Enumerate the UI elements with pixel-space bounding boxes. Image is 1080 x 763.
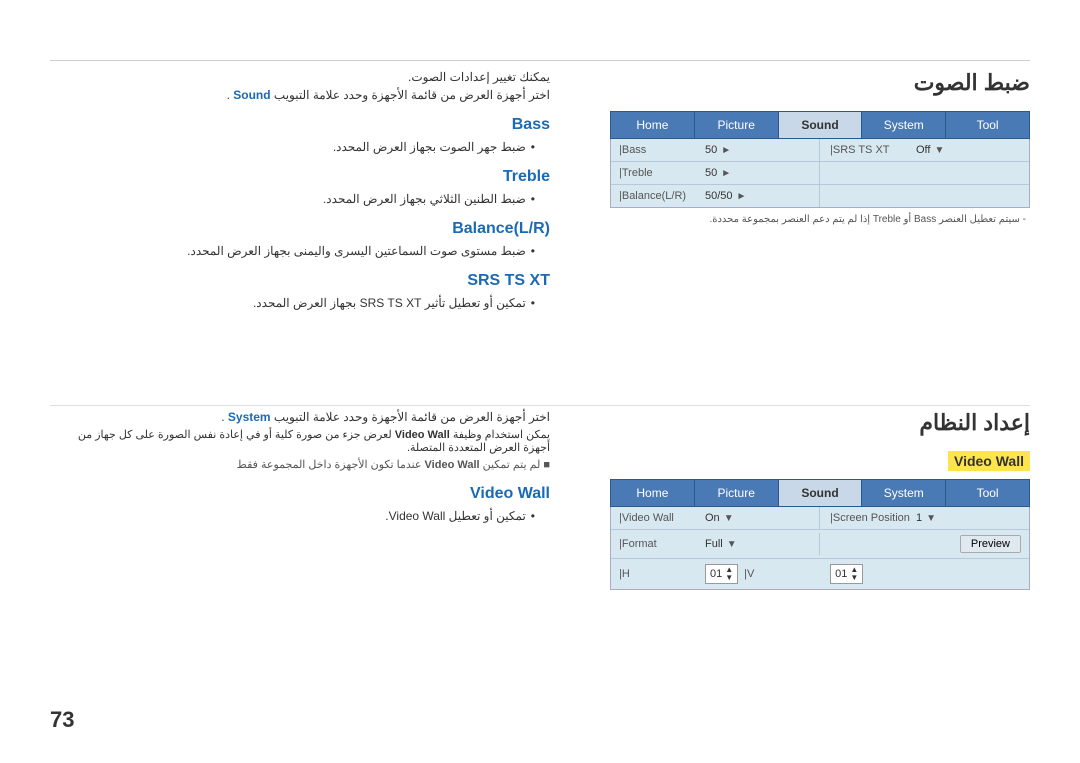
system-note: ■ لم يتم تمكين Video Wall عندما تكون الأ… (50, 458, 550, 471)
tab-sound-sound[interactable]: Sound (779, 112, 863, 138)
system-content-table: |Video Wall On ▼ |Screen Position 1 ▼ |F… (610, 507, 1030, 590)
balance-heading: Balance(L/R) (50, 220, 550, 238)
system-desc1: يمكن استخدام وظيفة Video Wall لعرض جزء م… (50, 428, 550, 454)
treble-value: 50 (705, 167, 717, 179)
h-spinner[interactable]: ▲▼ (725, 566, 733, 582)
videowall-label: |Video Wall (619, 512, 699, 524)
treble-right-cell (820, 168, 1029, 178)
videowall-on-cell: |Video Wall On ▼ (611, 507, 820, 529)
v-value: 01 (835, 568, 847, 580)
treble-arrow[interactable]: ► (721, 168, 731, 179)
tab-sound-system[interactable]: Sound (779, 480, 863, 506)
bass-arrow[interactable]: ► (721, 145, 731, 156)
sound-intro-text1: يمكنك تغيير إعدادات الصوت. (408, 70, 550, 84)
treble-heading: Treble (50, 168, 550, 186)
screenpos-cell: |Screen Position 1 ▼ (820, 507, 1029, 529)
system-link: System (228, 410, 271, 424)
bass-value: 50 (705, 144, 717, 156)
srs-dropdown-arrow[interactable]: ▼ (934, 145, 944, 156)
preview-cell: Preview (820, 530, 1029, 558)
sound-intro: يمكنك تغيير إعدادات الصوت. (50, 70, 550, 84)
srs-cell: |SRS TS XT Off ▼ (820, 139, 1029, 161)
sound-content-table: |Bass 50 ► |SRS TS XT Off ▼ |Treble 50 ►… (610, 139, 1030, 208)
page-number: 73 (50, 707, 74, 733)
srs-label: |SRS TS XT (830, 144, 910, 156)
h-value: 01 (710, 568, 722, 580)
system-intro-text1: اختر أجهزة العرض من قائمة الأجهزة وحدد ع… (271, 410, 550, 424)
bass-cell: |Bass 50 ► (611, 139, 820, 161)
balance-label: |Balance(L/R) (619, 190, 699, 202)
v-spinner[interactable]: ▲▼ (850, 566, 858, 582)
sound-menu-bar: Home Picture Sound System Tool (610, 111, 1030, 139)
videowall-on-value: On (705, 512, 720, 524)
top-divider (50, 60, 1030, 61)
sound-intro-period: . (227, 88, 230, 102)
system-description: اختر أجهزة العرض من قائمة الأجهزة وحدد ع… (50, 410, 550, 523)
system-title-ar: إعداد النظام (610, 410, 1030, 436)
videowall-bold2: Video Wall (425, 459, 480, 471)
screenpos-label: |Screen Position (830, 512, 910, 524)
v-label: |V (744, 568, 824, 580)
tab-home-sound[interactable]: Home (611, 112, 695, 138)
sound-description: يمكنك تغيير إعدادات الصوت. اختر أجهزة ال… (50, 70, 550, 310)
tab-home-system[interactable]: Home (611, 480, 695, 506)
system-note-dash: ■ (540, 459, 550, 471)
system-menu-bar: Home Picture Sound System Tool (610, 479, 1030, 507)
srs-heading: SRS TS XT (50, 272, 550, 290)
screenpos-value: 1 (916, 512, 922, 524)
videowall-on-arrow[interactable]: ▼ (724, 513, 734, 524)
sound-intro-text2: اختر أجهزة العرض من قائمة الأجهزة وحدد ع… (271, 88, 550, 102)
system-section: إعداد النظام Video Wall Home Picture Sou… (610, 410, 1030, 590)
format-value: Full (705, 538, 723, 550)
tab-tool-sound[interactable]: Tool (946, 112, 1029, 138)
sound-note: - سيتم تعطيل العنصر Bass أو Treble إذا ل… (610, 214, 1030, 225)
sound-intro-link: Sound (233, 88, 270, 102)
tab-picture-system[interactable]: Picture (695, 480, 779, 506)
treble-label: |Treble (619, 167, 699, 179)
sound-row-treble: |Treble 50 ► (611, 162, 1029, 185)
videowall-bold1: Video Wall (395, 429, 450, 441)
balance-right-cell (820, 191, 1029, 201)
sound-row-bass: |Bass 50 ► |SRS TS XT Off ▼ (611, 139, 1029, 162)
hv-cell: |H 01 ▲▼ |V 01 ▲▼ (611, 559, 1029, 589)
tab-tool-system[interactable]: Tool (946, 480, 1029, 506)
sound-title-ar: ضبط الصوت (610, 70, 1030, 96)
screenpos-arrow[interactable]: ▼ (926, 513, 936, 524)
system-intro-period: . (221, 410, 224, 424)
videowall-body: تمكين أو تعطيل Video Wall. (50, 509, 550, 523)
video-wall-highlight-label: Video Wall (948, 451, 1030, 471)
videowall-row3: |H 01 ▲▼ |V 01 ▲▼ (611, 559, 1029, 589)
srs-body: تمكين أو تعطيل تأثير SRS TS XT بجهاز الع… (50, 296, 550, 310)
treble-body: ضبط الطنين الثلاثي بجهاز العرض المحدد. (50, 192, 550, 206)
preview-button[interactable]: Preview (960, 535, 1021, 553)
bass-label: |Bass (619, 144, 699, 156)
balance-value: 50/50 (705, 190, 733, 202)
videowall-subheading: Video Wall (50, 485, 550, 503)
format-cell: |Format Full ▼ (611, 533, 820, 555)
treble-cell: |Treble 50 ► (611, 162, 820, 184)
h-label: |H (619, 568, 699, 580)
tab-system-sound[interactable]: System (862, 112, 946, 138)
balance-body: ضبط مستوى صوت السماعتين اليسرى واليمنى ب… (50, 244, 550, 258)
bass-body: ضبط جهر الصوت بجهاز العرض المحدد. (50, 140, 550, 154)
format-arrow[interactable]: ▼ (727, 539, 737, 550)
bass-heading: Bass (50, 116, 550, 134)
srs-value: Off (916, 144, 930, 156)
sound-row-balance: |Balance(L/R) 50/50 ► (611, 185, 1029, 207)
format-label: |Format (619, 538, 699, 550)
sound-section: ضبط الصوت Home Picture Sound System Tool… (610, 70, 1030, 225)
balance-cell: |Balance(L/R) 50/50 ► (611, 185, 820, 207)
system-intro1: اختر أجهزة العرض من قائمة الأجهزة وحدد ع… (50, 410, 550, 424)
videowall-row1: |Video Wall On ▼ |Screen Position 1 ▼ (611, 507, 1029, 530)
tab-system-system[interactable]: System (862, 480, 946, 506)
tab-picture-sound[interactable]: Picture (695, 112, 779, 138)
section-divider (50, 405, 1030, 406)
balance-arrow[interactable]: ► (737, 191, 747, 202)
videowall-row2: |Format Full ▼ Preview (611, 530, 1029, 559)
sound-intro2: اختر أجهزة العرض من قائمة الأجهزة وحدد ع… (50, 88, 550, 102)
sound-note-text: - سيتم تعطيل العنصر Bass أو Treble إذا ل… (709, 214, 1026, 225)
